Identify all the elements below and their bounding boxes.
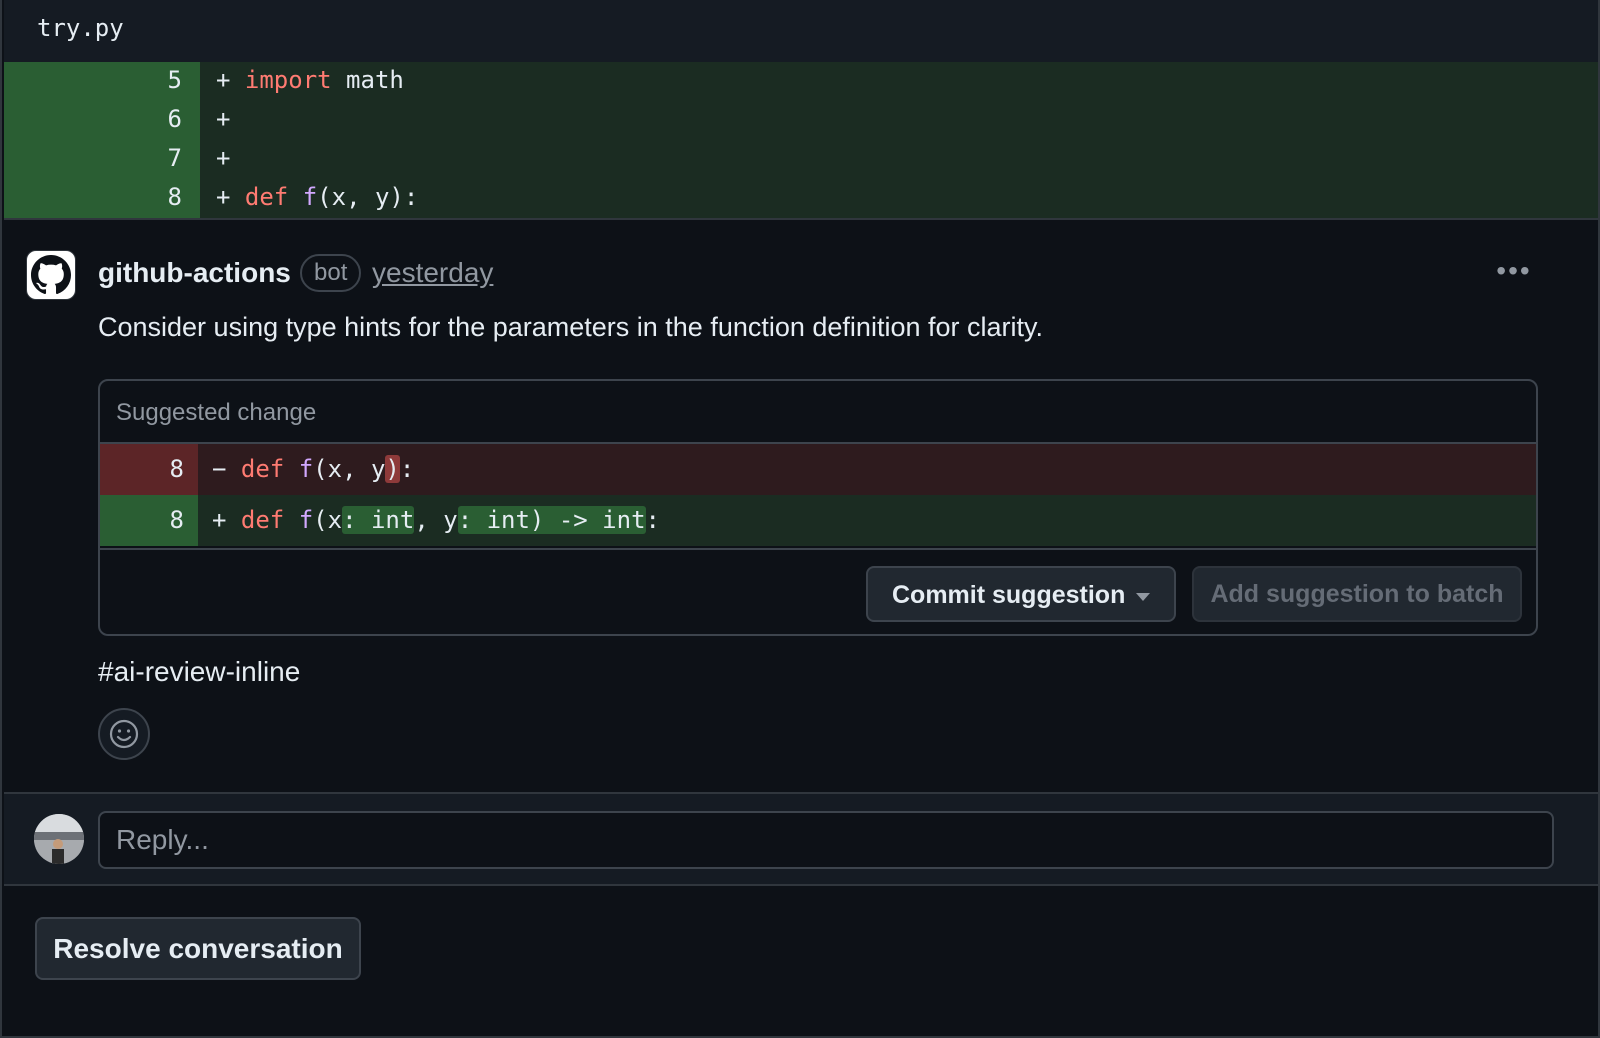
diff-gutter[interactable]: 8 bbox=[4, 179, 200, 218]
file-name[interactable]: try.py bbox=[37, 14, 124, 42]
code-token: (x, y): bbox=[317, 183, 419, 211]
code-token: , y bbox=[414, 506, 458, 534]
code-token: : bbox=[399, 455, 415, 483]
diff-sign: + bbox=[216, 66, 245, 94]
diff-sign: + bbox=[216, 183, 245, 211]
code-token: import bbox=[244, 66, 332, 94]
line-number: 8 bbox=[169, 455, 184, 483]
code-line: + bbox=[216, 105, 230, 133]
diff-line[interactable]: 6 + bbox=[4, 101, 1598, 140]
commit-suggestion-label: Commit suggestion bbox=[892, 581, 1126, 609]
suggestion-actions: Commit suggestion Add suggestion to batc… bbox=[100, 548, 1536, 634]
line-number: 8 bbox=[167, 183, 182, 211]
more-options-icon[interactable]: ••• bbox=[1490, 257, 1538, 290]
code-token: f bbox=[302, 183, 318, 211]
code-token: ) bbox=[385, 455, 400, 483]
reply-area bbox=[4, 792, 1598, 886]
comment-body: Consider using type hints for the parame… bbox=[98, 312, 1043, 342]
line-number: 7 bbox=[167, 144, 182, 172]
suggested-change: Suggested change 8 − def f(x, y): 8 + de… bbox=[98, 379, 1538, 636]
suggestion-added-line: 8 + def f(x: int, y: int) -> int: bbox=[100, 495, 1536, 546]
github-logo-icon[interactable] bbox=[26, 250, 76, 300]
code-line: + import math bbox=[216, 66, 404, 94]
resolve-conversation-button[interactable]: Resolve conversation bbox=[35, 917, 361, 980]
diff-sign: + bbox=[216, 144, 231, 172]
code-token: def bbox=[244, 183, 289, 211]
code-token: def bbox=[240, 506, 285, 534]
line-number: 5 bbox=[167, 66, 182, 94]
suggestion-removed-line: 8 − def f(x, y): bbox=[100, 444, 1536, 495]
code-line: − def f(x, y): bbox=[212, 455, 414, 483]
code-line: + def f(x: int, y: int) -> int: bbox=[212, 506, 660, 534]
bot-badge: bot bbox=[300, 254, 362, 292]
diff-sign: − bbox=[212, 455, 241, 483]
code-token: : int) -> int bbox=[457, 506, 646, 534]
code-token: def bbox=[240, 455, 285, 483]
commit-suggestion-button[interactable]: Commit suggestion bbox=[866, 566, 1176, 622]
comment-timestamp[interactable]: yesterday bbox=[372, 257, 493, 289]
diff-gutter[interactable]: 5 bbox=[4, 62, 200, 101]
line-number: 6 bbox=[167, 105, 182, 133]
code-token: : bbox=[645, 506, 660, 534]
reply-input[interactable] bbox=[98, 811, 1554, 869]
diff-line[interactable]: 7 + bbox=[4, 140, 1598, 179]
suggested-change-title: Suggested change bbox=[100, 381, 1536, 444]
code-token: f bbox=[298, 455, 314, 483]
file-header: try.py bbox=[4, 0, 1598, 62]
chevron-down-icon[interactable] bbox=[1136, 593, 1150, 601]
code-token: : int bbox=[342, 506, 415, 534]
diff-hunk: 5 + import math 6 +7 +8 + def f(x, y): bbox=[4, 62, 1598, 220]
avatar[interactable] bbox=[34, 814, 84, 864]
code-token: (x bbox=[313, 506, 343, 534]
code-token: (x, y bbox=[313, 455, 386, 483]
diff-gutter[interactable]: 6 bbox=[4, 101, 200, 140]
add-to-batch-button[interactable]: Add suggestion to batch bbox=[1192, 566, 1522, 622]
diff-sign: + bbox=[212, 506, 241, 534]
code-line: + bbox=[216, 144, 230, 172]
comment-author[interactable]: github-actions bbox=[98, 257, 291, 289]
smiley-icon[interactable] bbox=[98, 708, 150, 760]
review-thread: try.py 5 + import math 6 +7 +8 + def f(x, y):… bbox=[0, 0, 1600, 1038]
diff-line[interactable]: 8 + def f(x, y): bbox=[4, 179, 1598, 218]
code-line: + def f(x, y): bbox=[216, 183, 418, 211]
diff-sign: + bbox=[216, 105, 231, 133]
line-number: 8 bbox=[169, 506, 184, 534]
diff-line[interactable]: 5 + import math bbox=[4, 62, 1598, 101]
comment-tag: #ai-review-inline bbox=[98, 656, 301, 687]
diff-gutter[interactable]: 7 bbox=[4, 140, 200, 179]
code-token: math bbox=[331, 66, 404, 94]
code-token: f bbox=[298, 506, 314, 534]
